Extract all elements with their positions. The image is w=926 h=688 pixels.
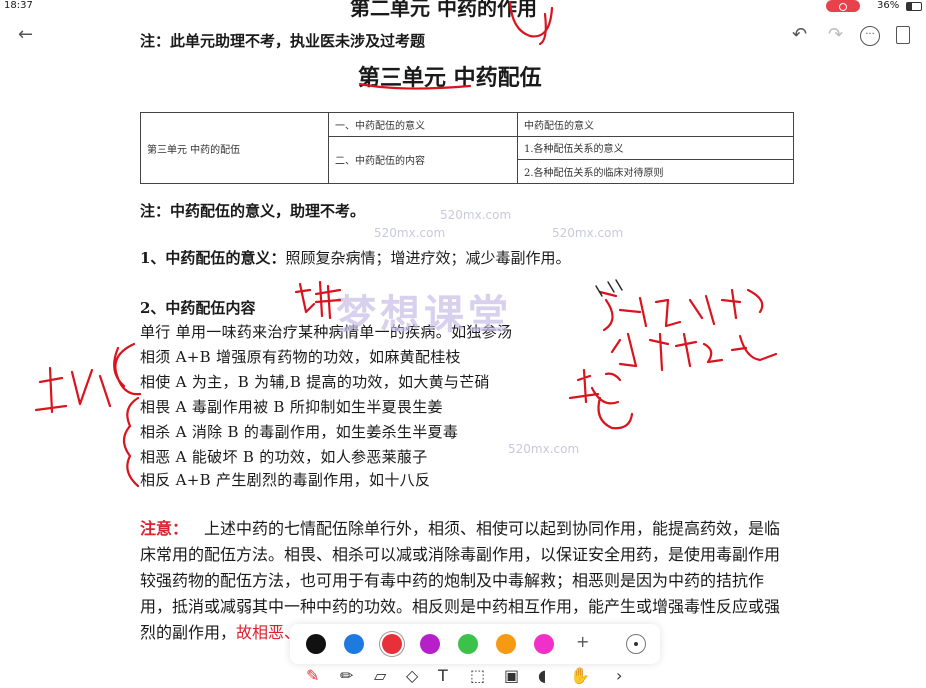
attention-label: 注意： [140, 519, 189, 538]
item1-label: 1、中药配伍的意义： [140, 249, 286, 267]
watermark-logo: 梦想课堂 [336, 292, 512, 338]
relation-line: 相畏 A 毒副作用被 B 所抑制如生半夏畏生姜 [140, 398, 443, 416]
color-swatch-pink[interactable] [534, 634, 554, 654]
outline-point-cell: 1.各种配伍关系的意义 [517, 135, 794, 161]
image-icon[interactable]: ▣ [504, 666, 519, 685]
color-swatch-blue[interactable] [344, 634, 364, 654]
item1-text: 照顾复杂病情；增进疗效；减少毒副作用。 [285, 249, 571, 267]
arrow-left-icon[interactable]: ← [18, 24, 33, 45]
color-swatch-purple[interactable] [420, 634, 440, 654]
relation-line: 相恶 A 能破坏 B 的功效，如人参恶莱菔子 [140, 448, 428, 466]
relation-line: 相使 A 为主，B 为辅,B 提高的功效，如大黄与芒硝 [140, 373, 490, 391]
add-color-button[interactable]: + [576, 632, 589, 651]
item1-line: 1、中药配伍的意义：照顾复杂病情；增进疗效；减少毒副作用。 [140, 247, 570, 268]
watermark-text: 520mx.com [508, 442, 580, 456]
color-swatch-green[interactable] [458, 634, 478, 654]
watermark-text: 520mx.com [374, 226, 446, 240]
outline-sub-cell: 二、中药配伍的内容 [328, 135, 518, 185]
outline-sub-cell: 一、中药配伍的意义 [328, 112, 518, 137]
marker-icon[interactable]: ▱ [374, 666, 386, 685]
outline-point-cell: 2.各种配伍关系的临床对待原则 [517, 159, 794, 184]
assistant-note: 注：中药配伍的意义，助理不考。 [140, 202, 366, 220]
undo-icon[interactable]: ↶ [792, 24, 807, 45]
color-swatch-black[interactable] [306, 634, 326, 654]
color-swatch-red-selected[interactable] [382, 634, 402, 654]
pen-icon[interactable]: ✎ [306, 666, 319, 685]
outline-point-cell: 中药配伍的意义 [517, 112, 794, 137]
item2-heading: 2、中药配伍内容 [140, 299, 256, 317]
relation-line: 相反 A+B 产生剧烈的毒副作用，如十八反 [140, 471, 431, 489]
unit-title: 第三单元 中药配伍 [358, 65, 542, 91]
more-icon[interactable]: ··· [860, 26, 880, 46]
stroke-size-button[interactable] [626, 634, 646, 654]
relation-line: 相须 A+B 增强原有药物的功效，如麻黄配桂枝 [140, 348, 461, 366]
watermark-text: 520mx.com [440, 208, 512, 222]
hand-icon[interactable]: ✋ [570, 666, 590, 685]
outline-unit-cell: 第三单元 中药的配伍 [140, 112, 329, 184]
lasso-icon[interactable]: ⬚ [470, 666, 485, 685]
drawing-toolbar: ✎ ✏ ▱ ◇ T ⬚ ▣ ◖ ✋ › [300, 666, 640, 688]
eraser-icon[interactable]: ◇ [406, 666, 418, 685]
pencil-icon[interactable]: ✏ [340, 666, 353, 685]
watermark-text: 520mx.com [552, 226, 624, 240]
top-toolbar: ← ↶ ↷ ··· [0, 14, 926, 58]
pages-icon[interactable] [896, 26, 910, 44]
outline-table: 第三单元 中药的配伍 一、中药配伍的意义 中药配伍的意义 二、中药配伍的内容 1… [140, 112, 794, 185]
document-page: 第二单元 中药的作用 注：此单元助理不考，执业医未涉及过考题 第三单元 中药配伍… [0, 0, 926, 688]
color-swatch-orange[interactable] [496, 634, 516, 654]
text-icon[interactable]: T [438, 666, 448, 685]
mic-icon[interactable]: ◖ [538, 666, 546, 685]
color-palette: + [290, 624, 660, 664]
relation-line: 相杀 A 消除 B 的毒副作用，如生姜杀生半夏毒 [140, 423, 459, 441]
redo-icon[interactable]: ↷ [828, 24, 843, 45]
chevron-right-icon[interactable]: › [616, 666, 622, 685]
